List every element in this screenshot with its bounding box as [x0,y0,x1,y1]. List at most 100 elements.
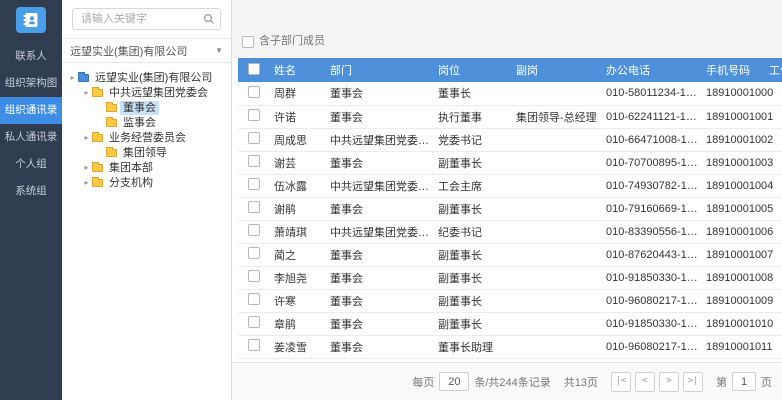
row-checkbox[interactable] [248,224,260,236]
folder-icon [92,164,103,172]
row-checkbox-cell [238,174,268,197]
prev-page-button[interactable]: < [635,372,655,392]
per-page-input[interactable] [439,372,469,391]
cell-dept: 董事会 [324,266,432,289]
cell-post: 工会主席 [432,174,510,197]
per-page-label: 每页 [412,374,434,390]
sidebar-item-0[interactable]: 联系人 [0,43,62,70]
cell-dept: 董事会 [324,82,432,105]
tree-node-0[interactable]: ▸ 远望实业(集团)有限公司 [66,70,227,85]
main-content: 含子部门成员 姓名部门岗位副岗办公电话手机号码工作地 周群董事会董事长010-5… [232,0,782,400]
cell-dept: 董事会 [324,197,432,220]
row-checkbox[interactable] [248,155,260,167]
cell-mobile: 18910001009 [700,289,763,312]
cell-deputy [510,151,600,174]
folder-icon [106,119,117,127]
sidebar-item-2[interactable]: 组织通讯录 [0,97,62,124]
company-select[interactable]: 远望实业(集团)有限公司 ▼ [62,38,231,63]
sidebar-menu: 联系人组织架构图组织通讯录私人通讯录个人组系统组 [0,43,62,205]
tree-expand-arrow-icon[interactable]: ▸ [82,178,91,187]
cell-office-phone: 010-91850330-1008 [600,266,700,289]
column-header-4: 办公电话 [600,58,700,82]
table-row: 许诺董事会执行董事集团领导-总经理010-62241121-1001189100… [238,105,782,128]
cell-mobile: 18910001008 [700,266,763,289]
table-row: 蔺之董事会副董事长010-87620443-100718910001007 [238,243,782,266]
page-input[interactable] [732,372,756,391]
cell-dept: 董事会 [324,105,432,128]
row-checkbox-cell [238,312,268,335]
row-checkbox-cell [238,243,268,266]
row-checkbox[interactable] [248,339,260,351]
table-body: 周群董事会董事长010-58011234-100018910001000许诺董事… [238,82,782,358]
table-row: 周成思中共远望集团党委会/党委会党委书记010-66471008-1002189… [238,128,782,151]
include-sub-dept-checkbox[interactable] [242,36,254,48]
tree-node-3[interactable]: 监事会 [66,115,227,130]
tree-node-label: 集团领导 [120,146,170,160]
cell-office-phone: 010-91850330-1010 [600,312,700,335]
sidebar-item-1[interactable]: 组织架构图 [0,70,62,97]
tree-node-6[interactable]: ▸集团本部 [66,160,227,175]
tree-expand-arrow-icon[interactable]: ▸ [82,133,91,142]
cell-deputy [510,243,600,266]
cell-post: 副董事长 [432,289,510,312]
row-checkbox[interactable] [248,86,260,98]
table-row: 谢鹃董事会副董事长010-79160669-100518910001005 [238,197,782,220]
app-logo[interactable] [16,7,46,33]
cell-name: 姜凌雪 [268,335,324,358]
sidebar-item-3[interactable]: 私人通讯录 [0,124,62,151]
row-checkbox[interactable] [248,293,260,305]
company-select-value: 远望实业(集团)有限公司 [70,43,187,59]
search-input[interactable] [72,8,221,30]
cell-mobile: 18910001007 [700,243,763,266]
table-row: 伍冰露中共远望集团党委会/工会工会主席010-74930782-10041891… [238,174,782,197]
row-checkbox[interactable] [248,178,260,190]
tree-expand-arrow-icon[interactable]: ▸ [82,88,91,97]
search-icon[interactable] [203,13,215,25]
tree-node-label: 远望实业(集团)有限公司 [92,71,215,85]
select-all-checkbox[interactable] [248,63,260,75]
tree-node-7[interactable]: ▸分支机构 [66,175,227,190]
row-checkbox[interactable] [248,247,260,259]
cell-name: 周群 [268,82,324,105]
tree-node-1[interactable]: ▸ 中共远望集团党委会 [66,85,227,100]
tree-expand-arrow-icon[interactable]: ▸ [82,163,91,172]
cell-dept: 董事会 [324,312,432,335]
row-checkbox[interactable] [248,270,260,282]
row-checkbox[interactable] [248,132,260,144]
row-checkbox[interactable] [248,109,260,121]
sidebar-item-4[interactable]: 个人组 [0,151,62,178]
table-row: 姜凌雪董事会董事长助理010-96080217-101118910001011 [238,335,782,358]
app-window: 联系人组织架构图组织通讯录私人通讯录个人组系统组 远望实业(集团)有限公司 ▼ … [0,0,782,400]
next-page-button[interactable]: > [659,372,679,392]
tree-node-4[interactable]: ▸业务经营委员会 [66,130,227,145]
cell-post: 董事长助理 [432,335,510,358]
cell-deputy [510,174,600,197]
sidebar-item-5[interactable]: 系统组 [0,178,62,205]
cell-post: 执行董事 [432,105,510,128]
cell-office-phone: 010-96080217-1011 [600,335,700,358]
cell-dept: 中共远望集团党委会/纪委会 [324,220,432,243]
folder-icon [78,74,89,82]
pager: |< < > >| [611,372,703,392]
cell-name: 萧靖琪 [268,220,324,243]
tree-node-label: 中共远望集团党委会 [106,86,211,100]
cell-office-phone: 010-83390556-1006 [600,220,700,243]
cell-post: 副董事长 [432,197,510,220]
cell-mobile: 18910001010 [700,312,763,335]
cell-mobile: 18910001004 [700,174,763,197]
row-checkbox[interactable] [248,201,260,213]
tree-expand-arrow-icon[interactable]: ▸ [68,73,77,82]
first-page-button[interactable]: |< [611,372,631,392]
cell-name: 许诺 [268,105,324,128]
row-checkbox-cell [238,82,268,105]
org-panel: 远望实业(集团)有限公司 ▼ ▸远望实业(集团)有限公司▸中共远望集团党委会董事… [62,0,232,400]
row-checkbox[interactable] [248,316,260,328]
cell-mobile: 18910001006 [700,220,763,243]
org-tree: ▸远望实业(集团)有限公司▸中共远望集团党委会董事会监事会▸业务经营委员会集团领… [62,63,231,197]
sidebar: 联系人组织架构图组织通讯录私人通讯录个人组系统组 [0,0,62,400]
tree-node-2[interactable]: 董事会 [66,100,227,115]
column-header-1: 部门 [324,58,432,82]
last-page-button[interactable]: >| [683,372,703,392]
cell-deputy [510,312,600,335]
tree-node-5[interactable]: 集团领导 [66,145,227,160]
